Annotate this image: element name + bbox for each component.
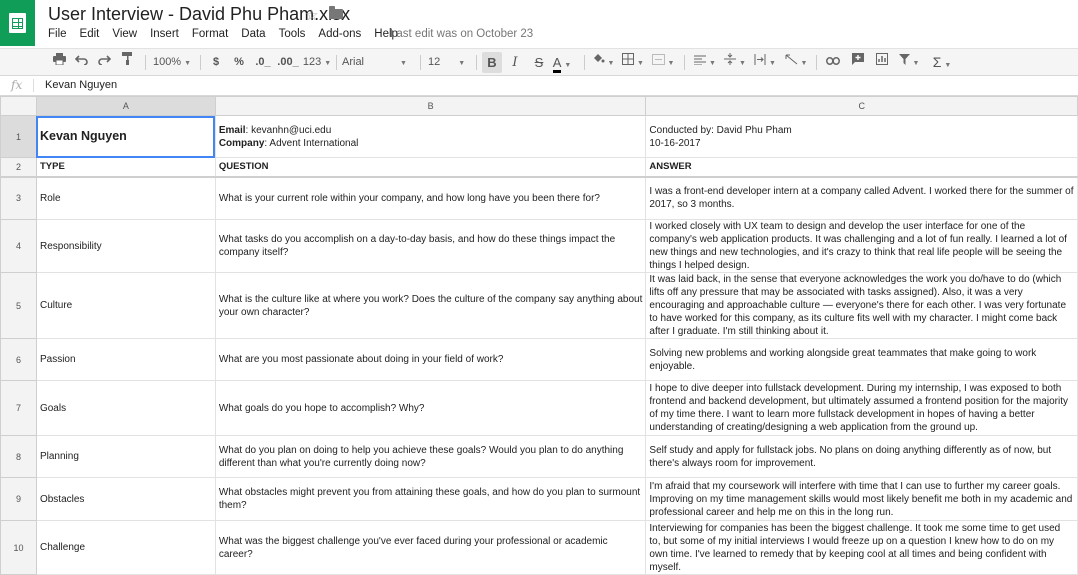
row-header[interactable]: 10 xyxy=(0,520,37,575)
undo-icon[interactable] xyxy=(72,49,90,76)
cell-a9[interactable]: Obstacles xyxy=(35,477,216,521)
cell-c8[interactable]: Self study and apply for fullstack jobs.… xyxy=(645,435,1078,478)
cell-c6[interactable]: Solving new problems and working alongsi… xyxy=(645,338,1078,381)
cell-a5[interactable]: Culture xyxy=(35,272,216,339)
cell-c7[interactable]: I hope to dive deeper into fullstack dev… xyxy=(645,380,1078,436)
folder-icon[interactable] xyxy=(329,6,343,19)
row-header[interactable]: 7 xyxy=(0,380,37,436)
insert-link-icon[interactable] xyxy=(822,49,844,76)
font-family-select[interactable]: Arial ▼ xyxy=(342,49,414,76)
email-label: Email xyxy=(218,124,246,136)
menu-view[interactable]: View xyxy=(112,28,137,40)
cell-b7[interactable]: What goals do you hope to accomplish? Wh… xyxy=(214,380,647,436)
cell-b10[interactable]: What was the biggest challenge you've ev… xyxy=(214,520,647,575)
cell-c10[interactable]: Interviewing for companies has been the … xyxy=(645,520,1078,575)
cell-b3[interactable]: What is your current role within your co… xyxy=(214,176,647,220)
row-header[interactable]: 4 xyxy=(0,219,37,273)
column-header-a[interactable]: A xyxy=(35,96,216,116)
currency-format-button[interactable]: $ xyxy=(208,49,224,76)
cell-c5[interactable]: It was laid back, in the sense that ever… xyxy=(645,272,1078,339)
decrease-decimal-button[interactable]: .0_ xyxy=(252,49,274,76)
formula-input[interactable]: Kevan Nguyen xyxy=(45,79,117,91)
toolbar: 100% ▼ $ % .0_ .00_ 123 ▼ Arial ▼ 12 ▼ B I S… xyxy=(0,48,1078,76)
email-value: : kevanhn@uci.edu xyxy=(245,124,332,136)
cell-a10[interactable]: Challenge xyxy=(35,520,216,575)
redo-icon[interactable] xyxy=(95,49,113,76)
functions-button[interactable]: Σ ▼ xyxy=(928,49,956,76)
sheets-logo-icon[interactable] xyxy=(0,0,35,46)
row-header[interactable]: 1 xyxy=(0,115,37,158)
cell-b6[interactable]: What are you most passionate about doing… xyxy=(214,338,647,381)
interview-date: 10-16-2017 xyxy=(649,137,701,149)
percent-format-button[interactable]: % xyxy=(230,49,248,76)
cell-a2[interactable]: TYPE xyxy=(35,157,216,178)
cell-c4[interactable]: I worked closely with UX team to design … xyxy=(645,219,1078,273)
star-icon[interactable]: ☆ xyxy=(305,6,318,24)
row-header[interactable]: 9 xyxy=(0,477,37,521)
strikethrough-button[interactable]: S xyxy=(530,49,548,76)
row-header[interactable]: 6 xyxy=(0,338,37,381)
row-header[interactable]: 8 xyxy=(0,435,37,478)
cell-c1[interactable]: Conducted by: David Phu Pham 10-16-2017 xyxy=(645,115,1078,158)
fill-color-icon[interactable]: ▼ xyxy=(590,49,616,76)
insert-chart-icon[interactable] xyxy=(872,49,892,76)
print-icon[interactable] xyxy=(50,49,68,76)
formula-bar: fx Kevan Nguyen xyxy=(0,76,1078,96)
vertical-align-icon[interactable]: ▼ xyxy=(722,49,748,76)
cell-b2[interactable]: QUESTION xyxy=(214,157,647,178)
spreadsheet-grid: A B C 1 Kevan Nguyen Email: kevanhn@uci.… xyxy=(0,96,1078,575)
column-header-b[interactable]: B xyxy=(214,96,647,116)
select-all-corner[interactable] xyxy=(0,96,37,116)
bold-button[interactable]: B xyxy=(482,52,502,73)
cell-c3[interactable]: I was a front-end developer intern at a … xyxy=(645,176,1078,220)
row-header[interactable]: 2 xyxy=(0,157,37,178)
text-rotation-icon[interactable]: ▼ xyxy=(782,49,810,76)
borders-icon[interactable]: ▼ xyxy=(620,49,646,76)
menu-tools[interactable]: Tools xyxy=(279,28,306,40)
cell-a8[interactable]: Planning xyxy=(35,435,216,478)
sheet-table: A B C 1 Kevan Nguyen Email: kevanhn@uci.… xyxy=(0,96,1078,575)
paint-format-icon[interactable] xyxy=(118,49,136,76)
cell-a4[interactable]: Responsibility xyxy=(35,219,216,273)
zoom-select[interactable]: 100% ▼ xyxy=(152,49,192,76)
menu-data[interactable]: Data xyxy=(241,28,265,40)
text-wrapping-icon[interactable]: ▼ xyxy=(752,49,778,76)
text-color-button[interactable]: A ▼ xyxy=(552,49,572,76)
column-header-c[interactable]: C xyxy=(645,96,1078,116)
more-formats-select[interactable]: 123 ▼ xyxy=(302,49,332,76)
menu-edit[interactable]: Edit xyxy=(80,28,100,40)
filter-icon[interactable]: ▼ xyxy=(896,49,922,76)
horizontal-align-icon[interactable]: ▼ xyxy=(692,49,718,76)
cell-a6[interactable]: Passion xyxy=(35,338,216,381)
menu-addons[interactable]: Add-ons xyxy=(318,28,361,40)
cell-b4[interactable]: What tasks do you accomplish on a day-to… xyxy=(214,219,647,273)
menu-insert[interactable]: Insert xyxy=(150,28,179,40)
row-header[interactable]: 5 xyxy=(0,272,37,339)
title-bar: User Interview - David Phu Pham.xlsx ☆ F… xyxy=(0,0,1078,48)
row-header[interactable]: 3 xyxy=(0,176,37,220)
font-size-select[interactable]: 12 ▼ xyxy=(428,49,472,76)
cell-b1[interactable]: Email: kevanhn@uci.edu Company: Advent I… xyxy=(214,115,647,158)
company-value: : Advent International xyxy=(264,137,359,149)
fx-icon: fx xyxy=(11,78,23,92)
last-edit-link[interactable]: Last edit was on October 23 xyxy=(390,28,533,40)
cell-c2[interactable]: ANSWER xyxy=(645,157,1078,178)
cell-a3[interactable]: Role xyxy=(35,176,216,220)
menu-bar: File Edit View Insert Format Data Tools … xyxy=(48,28,411,40)
increase-decimal-button[interactable]: .00_ xyxy=(276,49,300,76)
cell-b8[interactable]: What do you plan on doing to help you ac… xyxy=(214,435,647,478)
merge-cells-icon[interactable]: ▼ xyxy=(650,49,676,76)
conducted-by: Conducted by: David Phu Pham xyxy=(649,124,792,136)
menu-file[interactable]: File xyxy=(48,28,67,40)
cell-a1[interactable]: Kevan Nguyen xyxy=(35,115,216,158)
menu-format[interactable]: Format xyxy=(192,28,228,40)
cell-b5[interactable]: What is the culture like at where you wo… xyxy=(214,272,647,339)
cell-b9[interactable]: What obstacles might prevent you from at… xyxy=(214,477,647,521)
cell-a7[interactable]: Goals xyxy=(35,380,216,436)
insert-comment-icon[interactable] xyxy=(848,49,868,76)
cell-c9[interactable]: I'm afraid that my coursework will inter… xyxy=(645,477,1078,521)
company-label: Company xyxy=(218,137,265,149)
italic-button[interactable]: I xyxy=(506,49,524,76)
